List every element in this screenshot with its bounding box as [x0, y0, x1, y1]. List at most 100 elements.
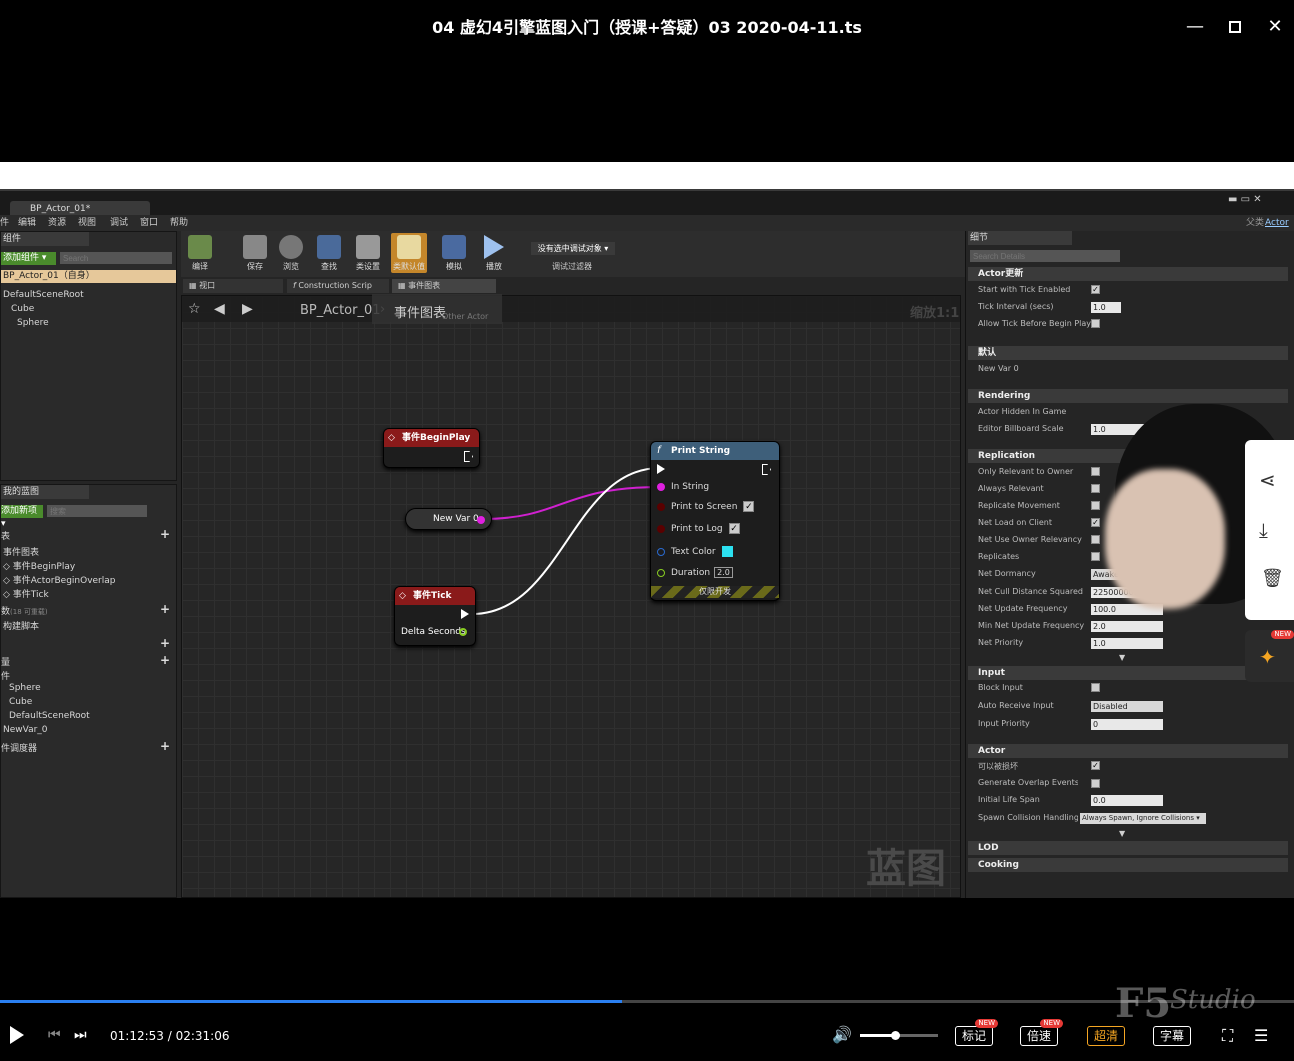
duration-field[interactable]: 2.0	[714, 567, 733, 578]
min-net-update-frequency-field[interactable]: 2.0	[1091, 621, 1163, 632]
find-button[interactable]: 查找	[311, 233, 347, 273]
text-color-row[interactable]: Text Color	[657, 546, 733, 557]
volume-slider[interactable]	[860, 1031, 938, 1040]
save-button[interactable]: 保存	[237, 233, 273, 273]
print-to-screen-checkbox[interactable]: ✓	[743, 501, 755, 512]
section-cooking[interactable]: Cooking	[968, 858, 1288, 872]
allow-tick-checkbox[interactable]	[1091, 319, 1100, 328]
print-exec-in[interactable]	[657, 464, 665, 475]
play-button[interactable]: 播放	[476, 233, 512, 273]
var-cube[interactable]: Cube	[9, 697, 32, 707]
subtitle-button[interactable]: 字幕	[1153, 1026, 1192, 1046]
menu-edit[interactable]: 编辑	[18, 215, 36, 231]
add-dispatcher-icon[interactable]: +	[160, 739, 170, 753]
event-graph-item[interactable]: 事件图表	[3, 545, 39, 558]
component-defaultsceneroot[interactable]: DefaultSceneRoot	[3, 290, 84, 300]
volume-icon[interactable]: 🔊	[832, 1025, 852, 1044]
parent-class-link[interactable]: Actor	[1265, 215, 1289, 231]
download-icon[interactable]: ⤓	[1259, 518, 1268, 542]
tick-exec-out[interactable]	[461, 609, 469, 620]
simulate-button[interactable]: 模拟	[436, 233, 472, 273]
details-search-input[interactable]	[970, 250, 1120, 262]
overlap-events-checkbox[interactable]	[1091, 779, 1100, 788]
playlist-icon[interactable]: ☰	[1254, 1026, 1268, 1045]
section-actor[interactable]: Actor	[968, 744, 1288, 758]
compile-button[interactable]: 编译	[182, 233, 218, 273]
section-input[interactable]: Input	[968, 666, 1288, 680]
close-icon[interactable]: ✕	[1262, 14, 1288, 40]
previous-icon[interactable]: ⏮	[48, 1027, 61, 1043]
menu-window[interactable]: 窗口	[140, 215, 158, 231]
beginplay-exec-out[interactable]	[464, 451, 473, 462]
node-event-beginplay[interactable]: 事件BeginPlay ◇	[383, 428, 480, 468]
minimize-icon[interactable]: —	[1182, 14, 1208, 40]
node-event-tick[interactable]: 事件Tick ◇ Delta Seconds	[394, 586, 476, 646]
spawn-collision-select[interactable]: Always Spawn, Ignore Collisions ▾	[1080, 813, 1206, 824]
var-components-header[interactable]: 件	[1, 669, 10, 682]
newvar0-out-pin[interactable]	[477, 516, 485, 524]
quality-button[interactable]: 超清	[1087, 1026, 1126, 1046]
text-color-swatch[interactable]	[721, 546, 733, 557]
play-pause-icon[interactable]	[10, 1026, 24, 1044]
components-search-input[interactable]	[60, 252, 172, 264]
add-variable-icon[interactable]: +	[160, 653, 170, 667]
menu-debug[interactable]: 调试	[110, 215, 128, 231]
tab-viewport[interactable]: ▦ 视口	[183, 279, 283, 293]
print-to-screen-row[interactable]: Print to Screen ✓	[657, 501, 755, 512]
in-string-row[interactable]: In String	[657, 482, 709, 492]
section-default[interactable]: 默认	[968, 346, 1288, 360]
trash-icon[interactable]: 🗑	[1261, 568, 1284, 589]
tick-interval-field[interactable]: 1.0	[1091, 302, 1121, 313]
add-function-icon[interactable]: +	[160, 602, 170, 616]
event-tick-item[interactable]: ◇ 事件Tick	[3, 587, 49, 600]
event-overlap-item[interactable]: ◇ 事件ActorBeginOverlap	[3, 573, 115, 586]
section-tick[interactable]: Actor更新	[968, 267, 1288, 281]
construction-script-item[interactable]: 构建脚本	[3, 619, 39, 632]
var-sphere[interactable]: Sphere	[9, 683, 41, 693]
start-tick-checkbox[interactable]: ✓	[1091, 285, 1100, 294]
fullscreen-icon[interactable]: ⛶	[1222, 1026, 1233, 1046]
event-graph-canvas[interactable]: ☆ ◀ ▶ BP_Actor_01 › 事件图表 Other Actor 缩放1…	[181, 294, 961, 898]
component-root-item[interactable]: BP_Actor_01（自身）	[1, 270, 176, 283]
add-graph-icon[interactable]: +	[160, 527, 170, 541]
menu-help[interactable]: 帮助	[170, 215, 188, 231]
pin-tool[interactable]: ✦ NEW	[1245, 630, 1294, 682]
tab-event-graph[interactable]: ▦ 事件图表	[392, 279, 496, 293]
maximize-icon[interactable]	[1222, 14, 1248, 40]
var-defaultsceneroot[interactable]: DefaultSceneRoot	[9, 711, 90, 721]
var-newvar0[interactable]: NewVar_0	[3, 725, 48, 735]
duration-row[interactable]: Duration 2.0	[657, 567, 733, 578]
functions-header[interactable]: 数(18 可重载)	[1, 604, 48, 617]
browse-button[interactable]: 浏览	[273, 233, 309, 273]
section-lod[interactable]: LOD	[968, 841, 1288, 855]
can-be-damaged-checkbox[interactable]: ✓	[1091, 761, 1100, 770]
mybp-search-input[interactable]	[47, 505, 147, 517]
print-to-log-checkbox[interactable]: ✓	[728, 523, 740, 534]
initial-life-span-field[interactable]: 0.0	[1091, 795, 1163, 806]
tab-construction[interactable]: f Construction Scrip	[287, 279, 389, 293]
class-defaults-button[interactable]: 类默认值	[391, 233, 427, 273]
auto-receive-input-select[interactable]: Disabled	[1091, 701, 1163, 712]
input-priority-field[interactable]: 0	[1091, 719, 1163, 730]
debug-object-select[interactable]: 没有选中调试对象 ▾	[531, 242, 615, 255]
menu-view[interactable]: 视图	[78, 215, 96, 231]
add-component-button[interactable]: 添加组件 ▾	[1, 252, 56, 265]
next-icon[interactable]: ⏭	[74, 1027, 87, 1043]
node-get-newvar0[interactable]: New Var 0	[405, 508, 492, 530]
component-sphere[interactable]: Sphere	[17, 318, 49, 328]
menu-asset[interactable]: 资源	[48, 215, 66, 231]
graphs-header[interactable]: 表	[1, 529, 10, 542]
dispatchers-header[interactable]: 件调度器	[1, 741, 37, 754]
event-beginplay-item[interactable]: ◇ 事件BeginPlay	[3, 559, 75, 572]
ue-window-controls[interactable]: ▬ ▭ ✕	[1228, 194, 1262, 205]
node-print-string[interactable]: Print String f In String Print to Screen…	[650, 441, 780, 601]
delta-seconds-pin[interactable]	[459, 628, 467, 636]
menu-file[interactable]: 件	[0, 215, 9, 231]
component-cube[interactable]: Cube	[11, 304, 34, 314]
print-exec-out[interactable]	[762, 464, 771, 475]
share-icon[interactable]: ⋖	[1259, 468, 1276, 492]
replication-expand-icon[interactable]: ▼	[1119, 653, 1125, 662]
add-new-button[interactable]: 添加新项 ▾	[1, 505, 43, 529]
add-macro-icon[interactable]: +	[160, 636, 170, 650]
mark-button[interactable]: 标记 NEW	[955, 1019, 999, 1046]
